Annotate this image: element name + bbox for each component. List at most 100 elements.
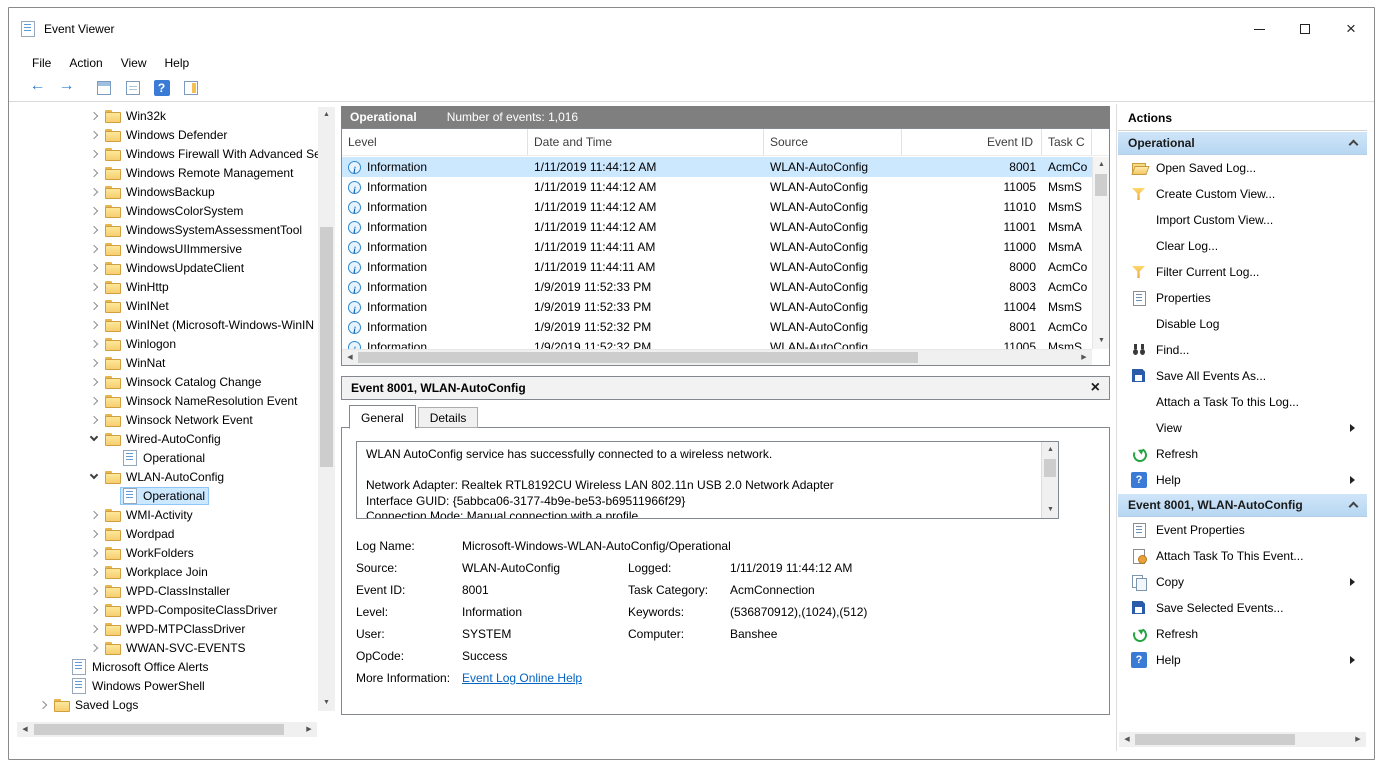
tree-item-wmi-activity[interactable]: WMI-Activity [15,505,318,524]
action-properties[interactable]: Properties [1118,285,1367,311]
show-console-tree-button[interactable] [91,77,116,99]
tree-item-windowsupdateclient[interactable]: WindowsUpdateClient [15,258,318,277]
chevron-collapsed-icon[interactable] [87,315,103,334]
action-view[interactable]: View [1118,415,1367,441]
action-create-custom-view[interactable]: Create Custom View... [1118,181,1367,207]
event-row[interactable]: Information1/9/2019 11:52:33 PMWLAN-Auto… [342,297,1092,317]
chevron-collapsed-icon[interactable] [87,638,103,657]
forward-button[interactable] [54,77,79,99]
tree-item-winsock-nameresolution-event[interactable]: Winsock NameResolution Event [15,391,318,410]
tree-item-wired-autoconfig[interactable]: Wired-AutoConfig [15,429,318,448]
tree-item-windowssystemassessmenttool[interactable]: WindowsSystemAssessmentTool [15,220,318,239]
scroll-left-icon[interactable]: ◀ [1119,732,1135,747]
scrollbar-thumb[interactable] [358,352,918,363]
chevron-collapsed-icon[interactable] [87,144,103,163]
tree-item-wpd-classinstaller[interactable]: WPD-ClassInstaller [15,581,318,600]
scrollbar-thumb[interactable] [1044,459,1056,477]
action-attach-a-task-to-this-log[interactable]: Attach a Task To this Log... [1118,389,1367,415]
chevron-expanded-icon[interactable] [87,467,103,486]
action-refresh[interactable]: Refresh [1118,441,1367,467]
tree-item-windows-defender[interactable]: Windows Defender [15,125,318,144]
action-section-event-8001-wlan-autoconfig[interactable]: Event 8001, WLAN-AutoConfig [1118,494,1367,517]
scroll-up-icon[interactable]: ▲ [318,107,335,123]
event-table-horizontal-scrollbar[interactable]: ◀ ▶ [342,349,1092,365]
chevron-collapsed-icon[interactable] [87,505,103,524]
chevron-collapsed-icon[interactable] [87,334,103,353]
chevron-expanded-icon[interactable] [87,429,103,448]
tree-item-wordpad[interactable]: Wordpad [15,524,318,543]
action-filter-current-log[interactable]: Filter Current Log... [1118,259,1367,285]
tree-item-saved-logs[interactable]: Saved Logs [15,695,318,714]
tree-item-workplace-join[interactable]: Workplace Join [15,562,318,581]
tree-item-winnat[interactable]: WinNat [15,353,318,372]
action-save-all-events-as[interactable]: Save All Events As... [1118,363,1367,389]
tree-item-winsock-network-event[interactable]: Winsock Network Event [15,410,318,429]
column-header-source[interactable]: Source [764,129,902,155]
scroll-down-icon[interactable]: ▼ [318,695,335,711]
chevron-collapsed-icon[interactable] [87,562,103,581]
event-row[interactable]: Information1/11/2019 11:44:11 AMWLAN-Aut… [342,237,1092,257]
event-log-online-help-link[interactable]: Event Log Online Help [462,671,628,685]
action-help[interactable]: Help [1118,647,1367,673]
chevron-collapsed-icon[interactable] [87,581,103,600]
chevron-collapsed-icon[interactable] [87,239,103,258]
column-header-level[interactable]: Level [342,129,528,155]
column-header-task-c[interactable]: Task C [1042,129,1092,155]
chevron-collapsed-icon[interactable] [87,296,103,315]
column-header-event-id[interactable]: Event ID [902,129,1042,155]
collapse-chevron-icon[interactable] [1349,140,1359,150]
menu-action[interactable]: Action [60,52,111,74]
action-section-operational[interactable]: Operational [1118,132,1367,155]
chevron-collapsed-icon[interactable] [87,182,103,201]
scrollbar-thumb[interactable] [320,227,333,467]
action-refresh[interactable]: Refresh [1118,621,1367,647]
chevron-collapsed-icon[interactable] [87,619,103,638]
event-row[interactable]: Information1/11/2019 11:44:12 AMWLAN-Aut… [342,197,1092,217]
menu-file[interactable]: File [23,52,60,74]
tree-item-operational[interactable]: Operational [15,448,318,467]
action-copy[interactable]: Copy [1118,569,1367,595]
scrollbar-thumb[interactable] [1095,174,1107,196]
collapse-chevron-icon[interactable] [1349,502,1359,512]
menu-view[interactable]: View [112,52,156,74]
event-row[interactable]: Information1/11/2019 11:44:12 AMWLAN-Aut… [342,177,1092,197]
scroll-right-icon[interactable]: ▶ [301,722,317,737]
action-find[interactable]: Find... [1118,337,1367,363]
scrollbar-thumb[interactable] [34,724,284,735]
tree-item-wininet-microsoft-windows-winin[interactable]: WinINet (Microsoft-Windows-WinIN [15,315,318,334]
chevron-collapsed-icon[interactable] [87,391,103,410]
event-row[interactable]: Information1/11/2019 11:44:12 AMWLAN-Aut… [342,157,1092,177]
event-row[interactable]: Information1/11/2019 11:44:11 AMWLAN-Aut… [342,257,1092,277]
scroll-up-icon[interactable]: ▲ [1093,157,1110,173]
tree-item-operational[interactable]: Operational [15,486,318,505]
tree-item-wwan-svc-events[interactable]: WWAN-SVC-EVENTS [15,638,318,657]
tree-item-windows-firewall-with-advanced-se[interactable]: Windows Firewall With Advanced Se [15,144,318,163]
scroll-left-icon[interactable]: ◀ [17,722,33,737]
chevron-collapsed-icon[interactable] [87,543,103,562]
chevron-collapsed-icon[interactable] [87,372,103,391]
maximize-button[interactable] [1282,8,1328,50]
scroll-right-icon[interactable]: ▶ [1076,350,1092,365]
chevron-collapsed-icon[interactable] [87,277,103,296]
chevron-collapsed-icon[interactable] [87,201,103,220]
scroll-down-icon[interactable]: ▼ [1093,333,1110,349]
help-button[interactable] [149,77,174,99]
tree-item-wininet[interactable]: WinINet [15,296,318,315]
scroll-left-icon[interactable]: ◀ [342,350,358,365]
close-preview-icon[interactable] [1091,380,1100,396]
tree-item-winhttp[interactable]: WinHttp [15,277,318,296]
tree-item-windowsbackup[interactable]: WindowsBackup [15,182,318,201]
action-save-selected-events[interactable]: Save Selected Events... [1118,595,1367,621]
close-button[interactable] [1328,8,1374,50]
action-import-custom-view[interactable]: Import Custom View... [1118,207,1367,233]
export-list-button[interactable] [120,77,145,99]
tree-item-wpd-compositeclassdriver[interactable]: WPD-CompositeClassDriver [15,600,318,619]
minimize-button[interactable] [1236,8,1282,50]
tree-item-wlan-autoconfig[interactable]: WLAN-AutoConfig [15,467,318,486]
tree-item-win32k[interactable]: Win32k [15,106,318,125]
event-row[interactable]: Information1/9/2019 11:52:32 PMWLAN-Auto… [342,337,1092,349]
menu-help[interactable]: Help [156,52,199,74]
tree-item-windowscolorsystem[interactable]: WindowsColorSystem [15,201,318,220]
scroll-down-icon[interactable]: ▼ [1042,502,1059,518]
action-open-saved-log[interactable]: Open Saved Log... [1118,155,1367,181]
